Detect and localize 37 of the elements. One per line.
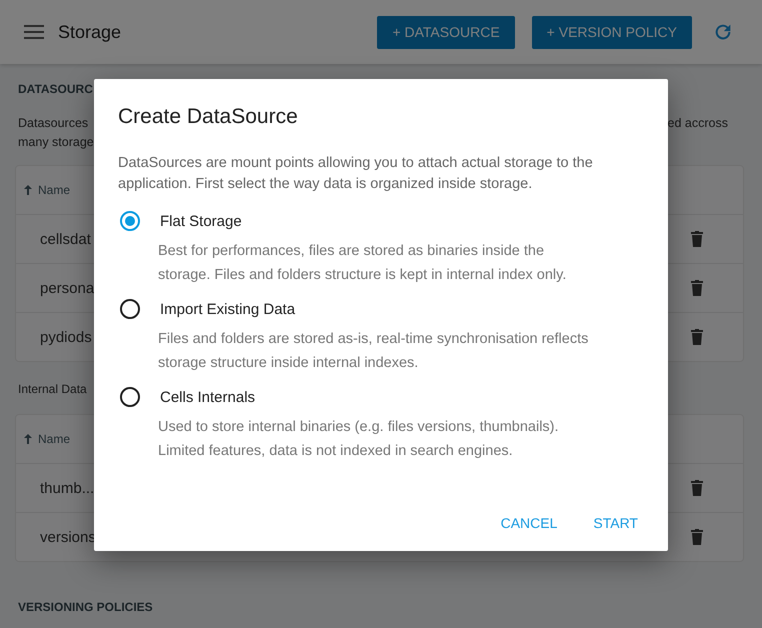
option-description: Best for performances, files are stored as binaries inside the storage. Files and folders structure is kept in internal index only.: [158, 242, 568, 285]
option-description: Used to store internal binaries (e.g. files versions, thumbnails). Limited features, data is not indexed in search engines.: [158, 418, 560, 461]
add-button[interactable]: + VERSION POLICY: [532, 16, 692, 48]
section-label: Internal Data: [18, 382, 88, 396]
description-text: ed accross: [668, 116, 728, 132]
sort-arrow-icon[interactable]: [24, 434, 32, 444]
dialog-title: Create DataSource: [118, 105, 299, 129]
option-label[interactable]: Import Existing Data: [160, 300, 296, 318]
description-text: Datasources: [18, 116, 90, 130]
radio-button[interactable]: [120, 299, 140, 319]
delete-icon[interactable]: [691, 329, 703, 345]
sort-arrow-icon[interactable]: [24, 185, 32, 195]
delete-icon[interactable]: [691, 529, 703, 545]
radio-button[interactable]: [120, 211, 140, 231]
menu-icon[interactable]: [24, 25, 44, 39]
dialog-button[interactable]: START: [579, 507, 652, 539]
table-cell: pydiods: [40, 328, 92, 346]
table-cell: thumb...: [40, 480, 94, 496]
description-text: many storage: [18, 135, 94, 149]
delete-icon[interactable]: [691, 280, 703, 296]
delete-icon[interactable]: [691, 231, 703, 247]
page-title: Storage: [58, 22, 122, 42]
table-cell: versions: [40, 528, 96, 546]
section-heading: VERSIONING POLICIES: [17, 599, 154, 616]
dialog-button[interactable]: CANCEL: [486, 507, 572, 539]
option-label[interactable]: Flat Storage: [160, 212, 242, 230]
table-cell: persona: [40, 280, 94, 296]
column-header[interactable]: Name: [38, 183, 70, 197]
delete-icon[interactable]: [691, 480, 703, 496]
option-description: Files and folders are stored as-is, real-time synchronisation reflects storage structure inside internal indexes.: [158, 330, 590, 373]
option-label[interactable]: Cells Internals: [160, 388, 256, 406]
dialog-text: DataSources are mount points allowing you to attach actual storage to the application. First select the way data is organized inside storage.: [118, 154, 594, 194]
table-cell: cellsdat: [40, 230, 91, 248]
radio-button[interactable]: [120, 387, 140, 407]
section-heading: DATASOURC: [17, 81, 94, 98]
add-button[interactable]: + DATASOURCE: [377, 16, 515, 48]
column-header[interactable]: Name: [38, 432, 70, 446]
